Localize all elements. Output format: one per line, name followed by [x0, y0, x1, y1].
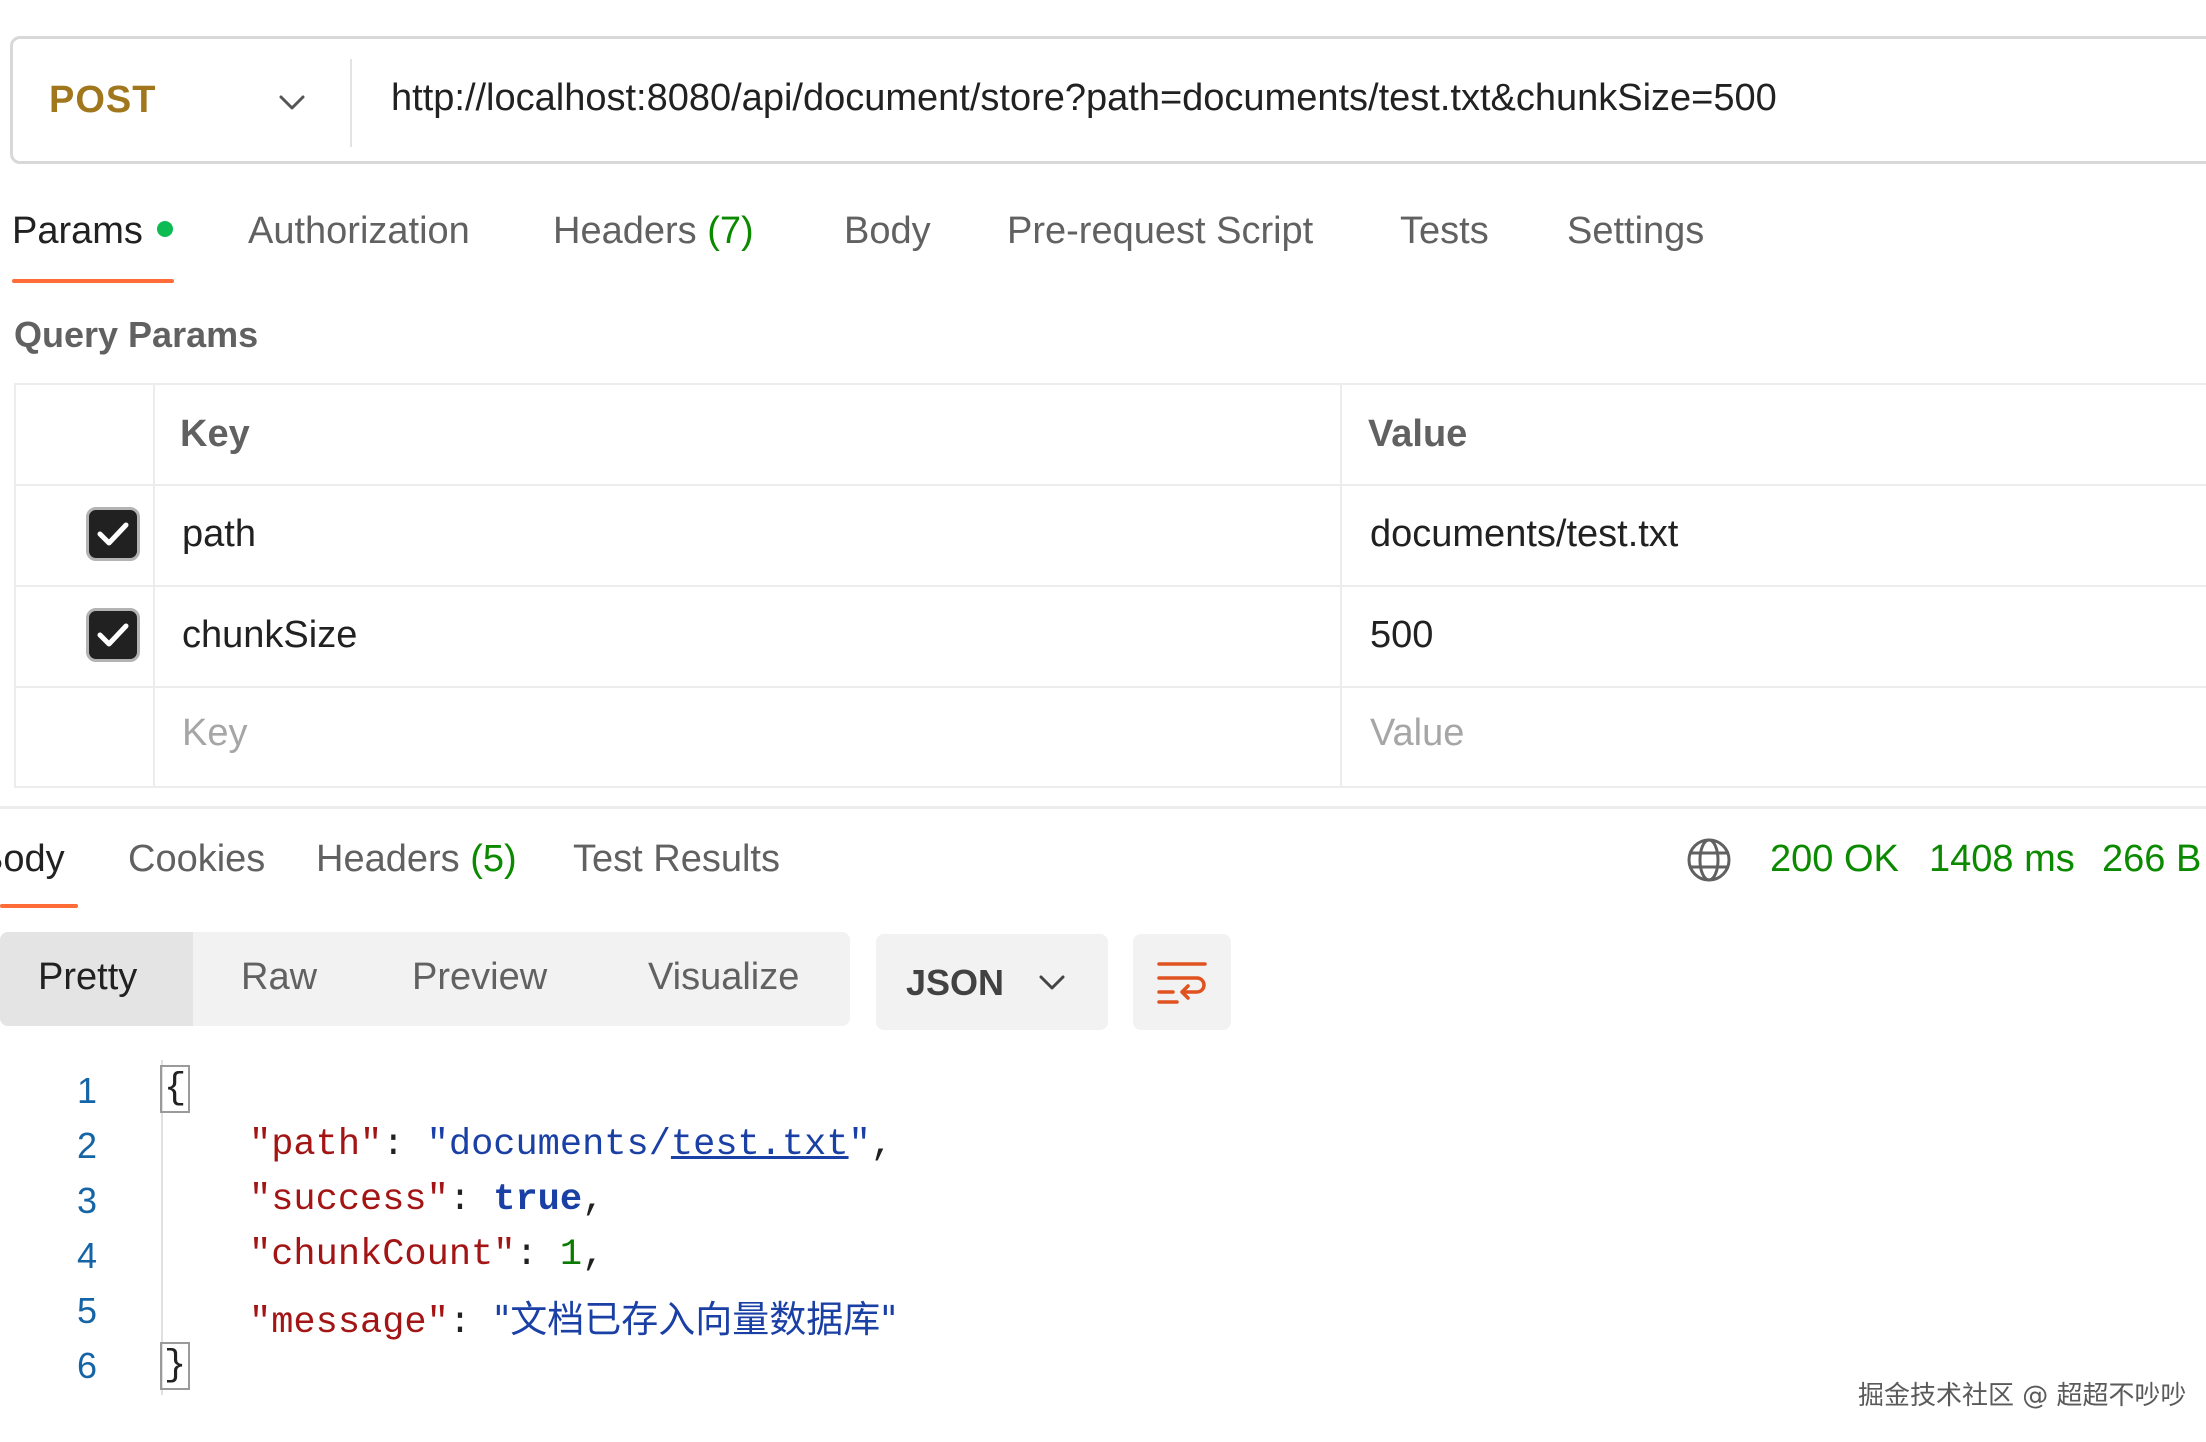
- method-select[interactable]: POST: [49, 79, 156, 122]
- tab-headers[interactable]: Headers (7): [553, 210, 754, 253]
- line-number: 3: [77, 1180, 98, 1221]
- checkmark-icon: [97, 522, 129, 546]
- query-params-table: Key Value path documents/test.txt chunkS…: [14, 383, 2206, 788]
- json-boolean: true: [493, 1179, 583, 1221]
- tab-settings[interactable]: Settings: [1567, 210, 1704, 253]
- language-dropdown[interactable]: JSON: [876, 934, 1108, 1030]
- format-preview-button[interactable]: Preview: [412, 956, 547, 999]
- row-divider: [16, 686, 2206, 688]
- line-number: 2: [77, 1125, 98, 1166]
- code-line-1[interactable]: {: [160, 1065, 191, 1113]
- param-key-cell[interactable]: chunkSize: [182, 614, 357, 657]
- url-divider: [350, 59, 352, 147]
- response-time[interactable]: 1408 ms: [1929, 838, 2075, 881]
- format-toggle-group: Pretty Raw Preview Visualize: [0, 932, 850, 1026]
- matched-brace-open: {: [160, 1065, 191, 1113]
- active-tab-underline: [12, 279, 174, 283]
- json-string-link[interactable]: test.txt: [671, 1124, 849, 1166]
- headers-count: (7): [707, 210, 754, 252]
- language-label: JSON: [906, 962, 1005, 1003]
- checkmark-icon: [97, 623, 129, 647]
- json-string: "documents/: [426, 1124, 671, 1166]
- line-number: 4: [77, 1235, 98, 1276]
- pane-divider[interactable]: [0, 806, 2206, 809]
- new-param-key-input[interactable]: Key: [182, 712, 247, 755]
- json-key: "message": [249, 1302, 449, 1344]
- url-input[interactable]: http://localhost:8080/api/document/store…: [391, 77, 1777, 120]
- query-params-title: Query Params: [14, 314, 259, 355]
- tab-params[interactable]: Params: [12, 210, 173, 253]
- code-line-6[interactable]: }: [160, 1342, 191, 1390]
- active-tab-underline: [0, 904, 78, 908]
- code-line-2[interactable]: "path": "documents/test.txt",: [249, 1124, 893, 1166]
- param-value-cell[interactable]: documents/test.txt: [1370, 513, 1678, 556]
- chevron-down-icon: [1039, 975, 1065, 990]
- globe-icon[interactable]: [1685, 836, 1733, 884]
- json-key: "chunkCount": [249, 1234, 516, 1276]
- param-key-cell[interactable]: path: [182, 513, 256, 556]
- format-raw-button[interactable]: Raw: [241, 956, 317, 999]
- tab-pre-request-script[interactable]: Pre-request Script: [1007, 210, 1313, 253]
- wrap-lines-button[interactable]: [1133, 934, 1231, 1030]
- column-header-value: Value: [1368, 413, 1468, 455]
- json-string: "文档已存入向量数据库": [493, 1298, 898, 1341]
- watermark: 掘金技术社区 @ 超超不吵吵: [1858, 1381, 2187, 1411]
- json-key: "success": [249, 1179, 449, 1221]
- json-number: 1: [559, 1234, 583, 1276]
- tab-response-body[interactable]: Body: [0, 838, 65, 881]
- line-number: 5: [77, 1290, 98, 1331]
- tab-label: Headers: [553, 210, 697, 252]
- tab-tests[interactable]: Tests: [1400, 210, 1489, 253]
- tab-response-headers[interactable]: Headers (5): [316, 838, 517, 881]
- tab-test-results[interactable]: Test Results: [573, 838, 780, 881]
- param-value-cell[interactable]: 500: [1370, 614, 1433, 657]
- response-size[interactable]: 266 B: [2102, 838, 2201, 881]
- tab-authorization[interactable]: Authorization: [248, 210, 470, 253]
- params-active-dot: [156, 220, 173, 237]
- new-param-value-input[interactable]: Value: [1370, 712, 1464, 755]
- chevron-down-icon[interactable]: [275, 87, 309, 117]
- json-key: "path": [249, 1124, 383, 1166]
- code-line-3[interactable]: "success": true,: [249, 1179, 604, 1221]
- format-visualize-button[interactable]: Visualize: [648, 956, 799, 999]
- column-header-key: Key: [180, 413, 250, 455]
- url-bar: POST http://localhost:8080/api/document/…: [10, 36, 2206, 164]
- wrap-lines-icon: [1157, 962, 1207, 1004]
- json-string: ": [848, 1124, 871, 1166]
- matched-brace-close: }: [160, 1342, 191, 1390]
- tab-label: Headers: [316, 838, 460, 880]
- tab-label: Params: [12, 210, 143, 252]
- line-number: 1: [77, 1070, 98, 1111]
- row-divider: [16, 484, 2206, 486]
- row-divider: [16, 585, 2206, 587]
- code-line-5[interactable]: "message": "文档已存入向量数据库": [249, 1289, 897, 1344]
- code-line-4[interactable]: "chunkCount": 1,: [249, 1234, 604, 1276]
- param-checkbox-path[interactable]: [86, 507, 140, 561]
- status-code[interactable]: 200 OK: [1770, 838, 1899, 881]
- format-pretty-button[interactable]: Pretty: [38, 956, 137, 999]
- tab-body[interactable]: Body: [844, 210, 931, 253]
- line-number: 6: [77, 1345, 98, 1386]
- param-checkbox-chunksize[interactable]: [86, 608, 140, 662]
- tab-cookies[interactable]: Cookies: [128, 838, 265, 881]
- headers-count: (5): [470, 838, 517, 880]
